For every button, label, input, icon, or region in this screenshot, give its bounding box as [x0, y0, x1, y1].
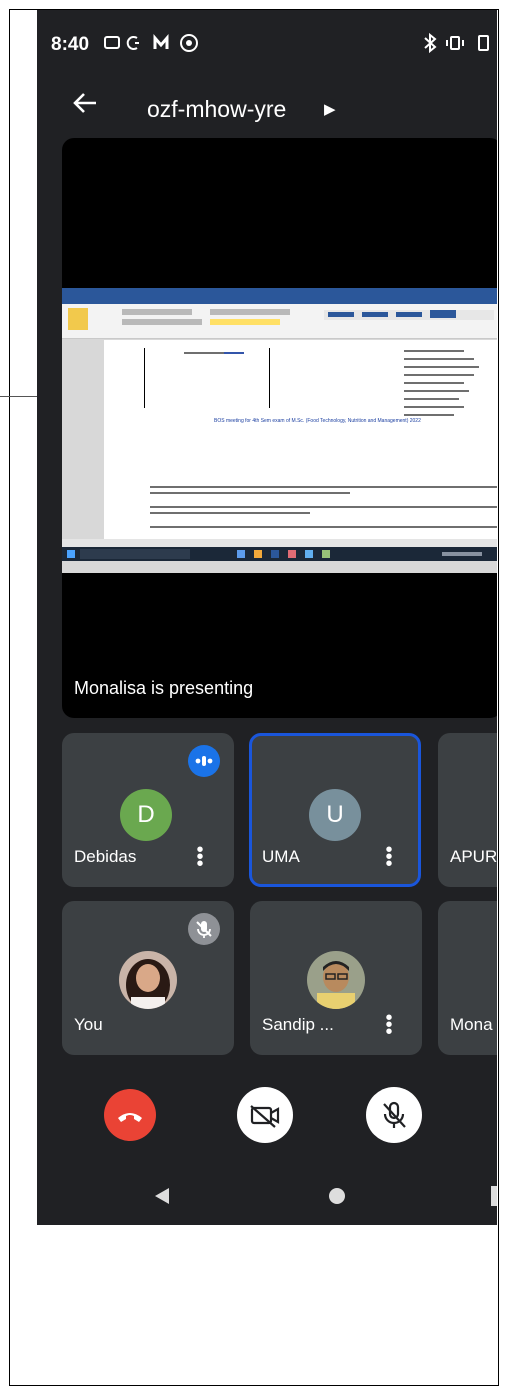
word-status-bar: [62, 539, 497, 547]
more-options-icon[interactable]: • • •: [385, 840, 393, 874]
status-time: 8:40: [51, 34, 90, 55]
mic-off-icon: [188, 913, 220, 945]
caret-right-icon[interactable]: ▶: [324, 100, 336, 118]
taskbar-app-icon: [288, 550, 296, 558]
taskbar-search: [80, 549, 190, 559]
word-ribbon: [62, 304, 497, 339]
camera-toggle-button[interactable]: [237, 1087, 293, 1143]
taskbar-app-icon: [254, 550, 262, 558]
avatar: U: [309, 789, 361, 841]
phone-screen: 8:40 ozf-mhow-yre ▶ BOS meeting for 4th …: [37, 10, 497, 1225]
notification-icons: [103, 32, 213, 59]
nav-back-svg: [155, 1188, 169, 1204]
shared-screen: BOS meeting for 4th Sem exam of M.Sc. (F…: [62, 288, 497, 573]
mic-toggle-button[interactable]: [366, 1087, 422, 1143]
taskbar-app-icon: [305, 550, 313, 558]
participant-tile-sandip[interactable]: Sandip ... • • •: [250, 901, 422, 1055]
taskbar-app-icon: [237, 550, 245, 558]
document-heading: BOS meeting for 4th Sem exam of M.Sc. (F…: [214, 418, 421, 424]
mic-off-icon: [383, 1101, 406, 1128]
status-bar: 8:40: [37, 10, 497, 80]
nav-home-svg: [329, 1188, 345, 1204]
nav-back-icon[interactable]: [153, 1187, 171, 1210]
bluetooth-vibrate-battery-icons: [424, 32, 489, 54]
back-arrow-svg: [73, 93, 96, 113]
camera-off-icon: [250, 1105, 280, 1128]
avatar: D: [120, 789, 172, 841]
back-arrow-icon[interactable]: [72, 90, 98, 123]
windows-taskbar: [62, 547, 497, 561]
participant-photo: [307, 951, 365, 1009]
participant-tile-mona[interactable]: Mona: [438, 901, 497, 1055]
participant-tile-you[interactable]: You: [62, 901, 234, 1055]
taskbar-app-icon: [271, 550, 279, 558]
margin-mark: [0, 396, 37, 397]
man-photo: [307, 951, 365, 1009]
nav-recents-svg: [491, 1186, 497, 1206]
speaking-dots-svg: [195, 756, 213, 766]
phone-hangup-icon: [118, 1113, 142, 1122]
participant-tile-debidas[interactable]: D Debidas • • •: [62, 733, 234, 887]
more-options-icon[interactable]: • • •: [196, 840, 204, 874]
taskbar-tray: [442, 552, 482, 556]
system-icons: [421, 32, 491, 59]
mic-off-svg: [196, 921, 212, 938]
participant-tile-uma[interactable]: U UMA • • •: [249, 733, 421, 887]
document-page: BOS meeting for 4th Sem exam of M.Sc. (F…: [104, 340, 497, 542]
nav-home-icon[interactable]: [328, 1187, 346, 1210]
speaking-indicator-icon: [188, 745, 220, 777]
word-menu-bar: [62, 297, 497, 304]
meeting-code[interactable]: ozf-mhow-yre: [147, 96, 286, 123]
nav-recents-icon[interactable]: [491, 1186, 497, 1211]
participant-name: Sandip ...: [262, 1015, 334, 1034]
participant-name: Debidas: [74, 847, 137, 866]
presentation-stage[interactable]: BOS meeting for 4th Sem exam of M.Sc. (F…: [62, 138, 497, 718]
notification-icons-svg: [104, 33, 198, 52]
participant-tile-apur[interactable]: APUR: [438, 733, 497, 887]
participant-photo: [119, 951, 177, 1009]
taskbar-app-icon: [322, 550, 330, 558]
participant-name: You: [74, 1015, 103, 1034]
windows-start-icon: [67, 550, 75, 558]
participant-name: UMA: [262, 847, 300, 866]
participant-name: APUR: [450, 847, 497, 866]
more-options-icon[interactable]: • • •: [385, 1008, 393, 1042]
word-title-bar: [62, 288, 497, 297]
woman-photo: [119, 951, 177, 1009]
end-call-button[interactable]: [104, 1089, 156, 1141]
participant-name: Mona: [450, 1015, 493, 1034]
presenter-label: Monalisa is presenting: [74, 678, 254, 698]
